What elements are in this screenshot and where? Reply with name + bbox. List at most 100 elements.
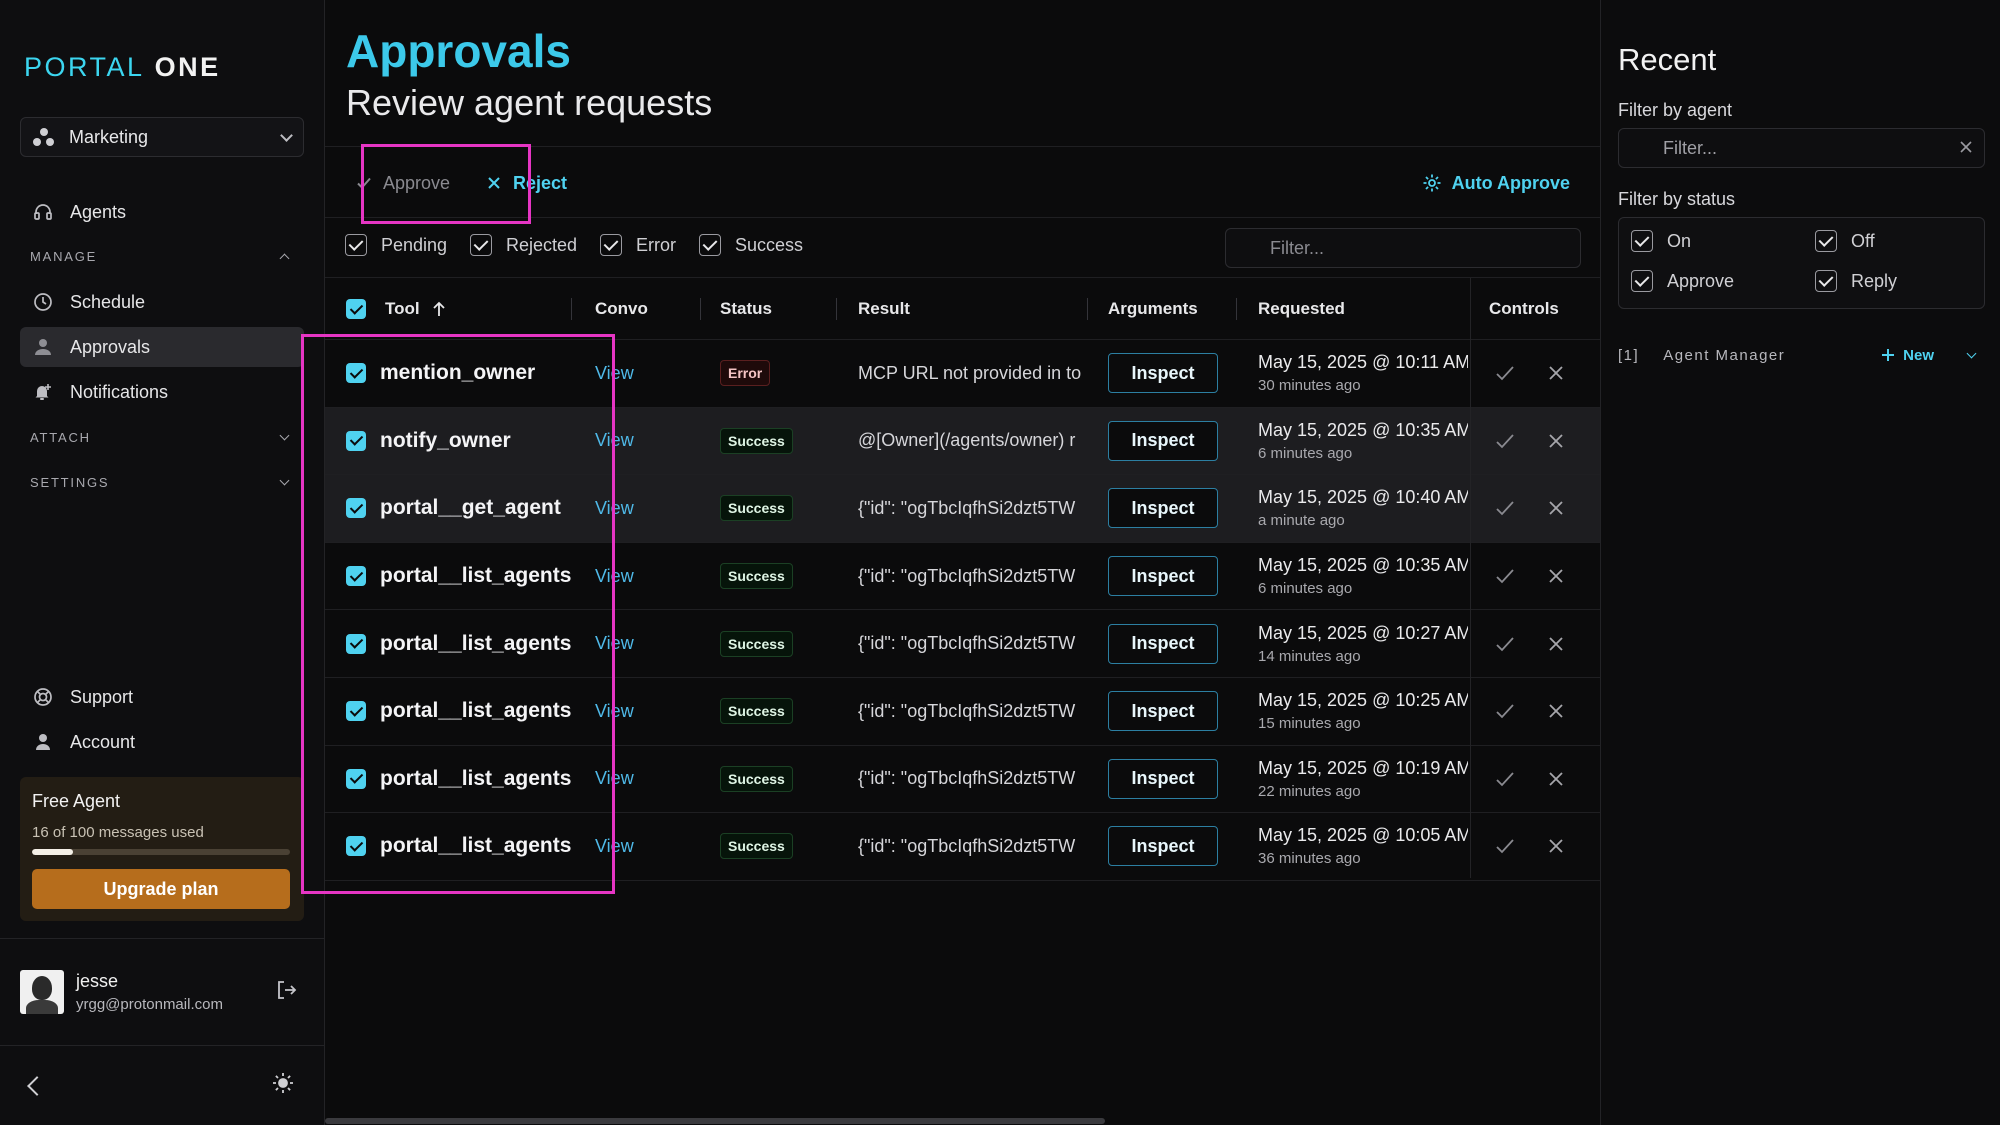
status-filter-row: Pending Rejected Error Success xyxy=(325,218,1600,278)
status-approve-checkbox[interactable]: Approve xyxy=(1631,270,1734,292)
requested-ago: 22 minutes ago xyxy=(1258,782,1361,800)
requested-cell: May 15, 2025 @ 10:27 AM 14 minutes ago xyxy=(1258,610,1468,677)
select-all-checkbox[interactable] xyxy=(346,278,366,340)
inspect-button[interactable]: Inspect xyxy=(1108,623,1218,664)
approve-row-icon[interactable] xyxy=(1495,678,1515,745)
requested-date: May 15, 2025 @ 10:35 AM xyxy=(1258,419,1468,440)
agent-row[interactable]: [1] Agent Manager New xyxy=(1618,340,1985,370)
reject-row-icon[interactable] xyxy=(1548,813,1564,880)
annotation-tool-column-highlight xyxy=(301,334,615,894)
column-tool[interactable]: Tool xyxy=(385,278,446,340)
requested-cell: May 15, 2025 @ 10:11 AM 30 minutes ago xyxy=(1258,340,1468,407)
requested-cell: May 15, 2025 @ 10:40 AM a minute ago xyxy=(1258,475,1468,542)
user-name: jesse xyxy=(76,971,119,991)
inspect-button[interactable]: Inspect xyxy=(1108,420,1218,461)
result-cell: MCP URL not provided in to xyxy=(858,340,1090,407)
reject-row-icon[interactable] xyxy=(1548,610,1564,677)
sidebar: PORTAL ONE Marketing Agents MANAGE Sched… xyxy=(0,0,325,1125)
inspect-button[interactable]: Inspect xyxy=(1108,826,1218,867)
new-agent-button[interactable]: New xyxy=(1881,347,1934,364)
approve-row-icon[interactable] xyxy=(1495,475,1515,542)
logo[interactable]: PORTAL ONE xyxy=(24,52,221,83)
result-text: {"id": "ogTbcIqfhSi2dzt5TW xyxy=(858,633,1076,654)
collapse-sidebar-icon[interactable] xyxy=(27,1075,47,1096)
section-settings[interactable]: SETTINGS xyxy=(30,475,290,490)
reject-row-icon[interactable] xyxy=(1548,543,1564,610)
approvals-filter-input[interactable] xyxy=(1225,228,1581,268)
chevron-down-icon xyxy=(279,475,290,486)
approve-row-icon[interactable] xyxy=(1495,543,1515,610)
approve-row-icon[interactable] xyxy=(1495,813,1515,880)
status-cell: Success xyxy=(720,543,793,610)
reject-row-icon[interactable] xyxy=(1548,746,1564,813)
reject-row-icon[interactable] xyxy=(1548,678,1564,745)
status-badge: Success xyxy=(720,427,793,454)
nav-schedule[interactable]: Schedule xyxy=(20,282,304,322)
usage-progress-bar xyxy=(32,849,290,855)
inspect-button[interactable]: Inspect xyxy=(1108,691,1218,732)
inspect-button[interactable]: Inspect xyxy=(1108,556,1218,597)
nav-account[interactable]: Account xyxy=(20,722,304,762)
chevron-up-icon xyxy=(279,253,290,264)
nav-agents[interactable]: Agents xyxy=(20,192,304,232)
theme-toggle-icon[interactable] xyxy=(271,1071,295,1100)
result-text: {"id": "ogTbcIqfhSi2dzt5TW xyxy=(858,497,1076,518)
nav-approvals[interactable]: Approvals xyxy=(20,327,304,367)
result-text: {"id": "ogTbcIqfhSi2dzt5TW xyxy=(858,700,1076,721)
auto-approve-button[interactable]: Auto Approve xyxy=(1422,147,1570,219)
nav-notifications[interactable]: Notifications xyxy=(20,372,304,412)
agent-name: Agent Manager xyxy=(1663,346,1786,364)
plan-title: Free Agent xyxy=(32,791,121,811)
arguments-cell: Inspect xyxy=(1108,610,1218,677)
clock-icon xyxy=(32,291,54,313)
inspect-button[interactable]: Inspect xyxy=(1108,488,1218,529)
nav-support[interactable]: Support xyxy=(20,677,304,717)
status-off-checkbox[interactable]: Off xyxy=(1815,230,1875,252)
filter-success-checkbox[interactable]: Success xyxy=(699,234,803,256)
clear-filter-icon[interactable] xyxy=(1959,140,1973,159)
upgrade-plan-button[interactable]: Upgrade plan xyxy=(32,869,290,909)
horizontal-scrollbar[interactable] xyxy=(325,1118,1105,1124)
reject-row-icon[interactable] xyxy=(1548,475,1564,542)
status-cell: Success xyxy=(720,678,793,745)
chevron-down-icon[interactable] xyxy=(1966,348,1977,358)
approve-row-icon[interactable] xyxy=(1495,610,1515,677)
requested-cell: May 15, 2025 @ 10:35 AM 6 minutes ago xyxy=(1258,408,1468,475)
logout-icon[interactable] xyxy=(275,979,297,1006)
workspace-name: Marketing xyxy=(69,126,149,147)
reject-row-icon[interactable] xyxy=(1548,408,1564,475)
approve-row-icon[interactable] xyxy=(1495,408,1515,475)
section-manage[interactable]: MANAGE xyxy=(30,249,290,264)
user-email: yrgg@protonmail.com xyxy=(76,996,223,1013)
result-text: {"id": "ogTbcIqfhSi2dzt5TW xyxy=(858,835,1076,856)
approve-row-icon[interactable] xyxy=(1495,746,1515,813)
requested-cell: May 15, 2025 @ 10:19 AM 22 minutes ago xyxy=(1258,746,1468,813)
requested-cell: May 15, 2025 @ 10:05 AM 36 minutes ago xyxy=(1258,813,1468,880)
column-requested: Requested xyxy=(1258,299,1345,318)
workspace-selector[interactable]: Marketing xyxy=(20,117,304,157)
headset-icon xyxy=(32,201,54,223)
requested-ago: 14 minutes ago xyxy=(1258,647,1361,665)
filter-error-checkbox[interactable]: Error xyxy=(600,234,676,256)
inspect-button[interactable]: Inspect xyxy=(1108,353,1218,394)
page-title: Approvals xyxy=(346,25,571,77)
user-profile[interactable]: jesse yrgg@protonmail.com xyxy=(0,938,325,1046)
user-icon xyxy=(32,731,54,753)
approve-row-icon[interactable] xyxy=(1495,340,1515,407)
arguments-cell: Inspect xyxy=(1108,543,1218,610)
arguments-cell: Inspect xyxy=(1108,746,1218,813)
nav-agents-label: Agents xyxy=(70,201,127,222)
filter-pending-checkbox[interactable]: Pending xyxy=(345,234,447,256)
filter-rejected-checkbox[interactable]: Rejected xyxy=(470,234,577,256)
requested-cell: May 15, 2025 @ 10:25 AM 15 minutes ago xyxy=(1258,678,1468,745)
agent-filter-input[interactable] xyxy=(1618,128,1985,168)
recent-title: Recent xyxy=(1618,42,1717,77)
status-reply-checkbox[interactable]: Reply xyxy=(1815,270,1897,292)
reject-row-icon[interactable] xyxy=(1548,340,1564,407)
section-attach[interactable]: ATTACH xyxy=(30,430,290,445)
result-text: MCP URL not provided in to xyxy=(858,362,1082,383)
requested-date: May 15, 2025 @ 10:05 AM xyxy=(1258,825,1468,846)
inspect-button[interactable]: Inspect xyxy=(1108,758,1218,799)
status-badge: Success xyxy=(720,630,793,657)
status-on-checkbox[interactable]: On xyxy=(1631,230,1691,252)
